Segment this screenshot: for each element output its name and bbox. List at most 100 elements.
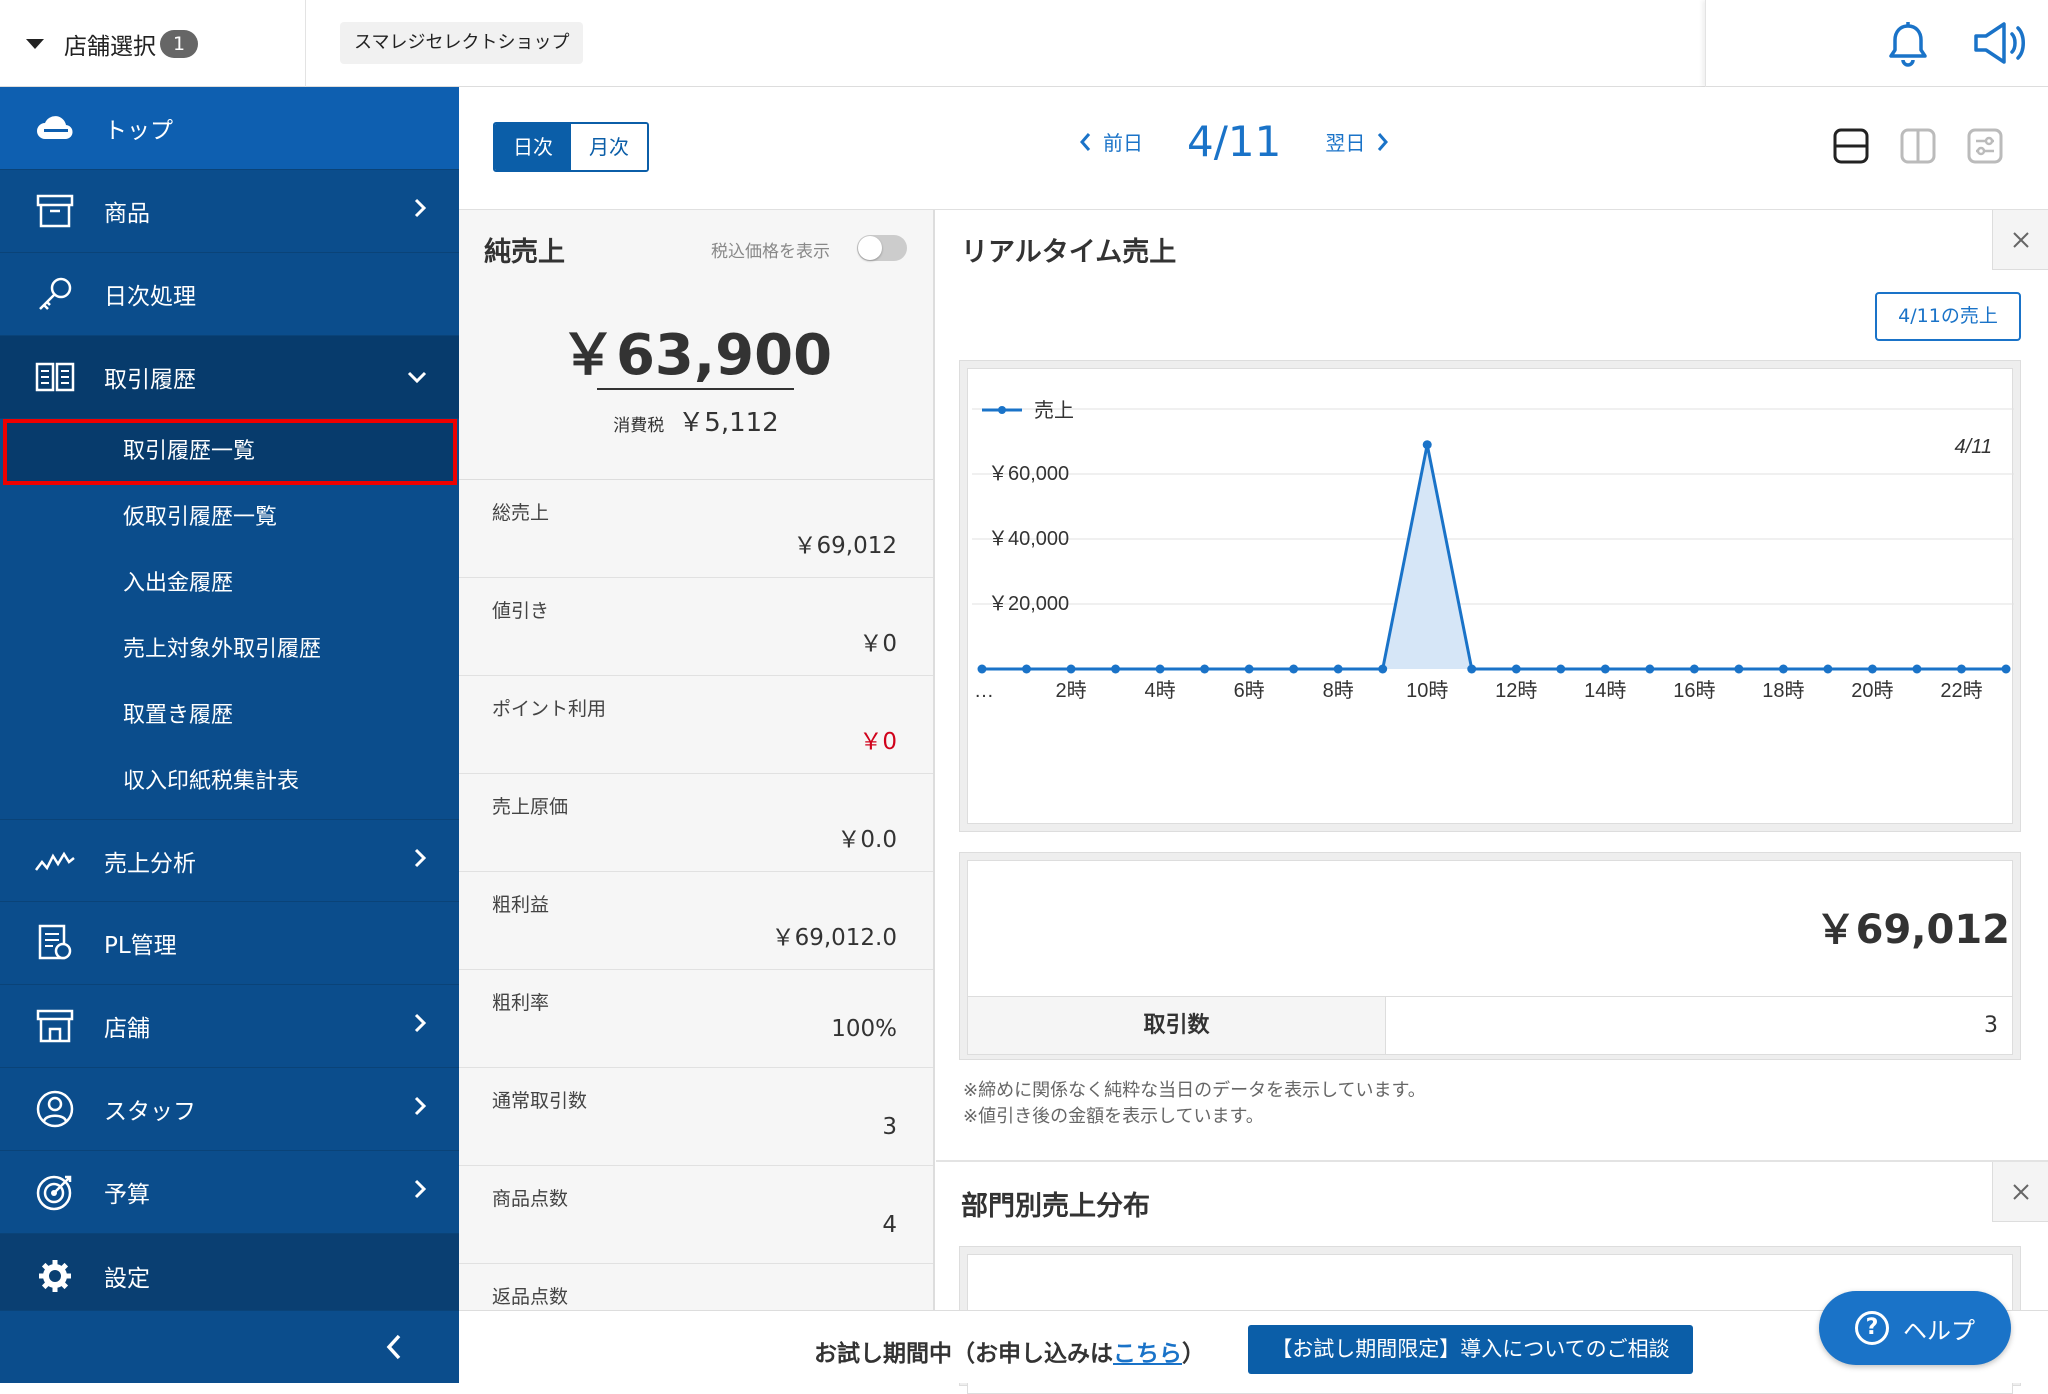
bell-icon[interactable] (1886, 20, 1930, 72)
x-tick-label: 22時 (1940, 679, 1982, 702)
net-sales-panel: 純売上 税込価格を表示 ￥63,900 消費税 ￥5,112 総売上 ￥69,012… (459, 210, 935, 1383)
sidebar-item-pl[interactable]: PL管理 (0, 902, 459, 985)
sidebar: トップ 商品 日次処理 取引履歴 取引履歴一覧 仮取引履歴一覧 入出金履歴 売上… (0, 87, 459, 1383)
tab-monthly[interactable]: 月次 (571, 124, 647, 170)
trial-message: お試し期間中（お申し込みはこちら） (814, 1334, 1205, 1368)
top-bar: 店舗選択 1 スマレジセレクトショップ (0, 0, 2048, 87)
data-point (1422, 440, 1432, 450)
data-point (1956, 664, 1966, 674)
amount-underline (597, 388, 794, 390)
trial-text-close: ） (1182, 1341, 1205, 1367)
metric-row: 値引き ￥0 (459, 578, 933, 676)
series-area (982, 444, 2006, 669)
data-point (1200, 664, 1210, 674)
metric-label: 返品点数 (492, 1286, 569, 1308)
sidebar-item-daily[interactable]: 日次処理 (0, 253, 459, 336)
metric-value: 4 (882, 1212, 897, 1238)
submenu-temp-transaction-list[interactable]: 仮取引履歴一覧 (0, 485, 459, 551)
close-icon[interactable] (1992, 1162, 2048, 1222)
metric-label: 粗利益 (492, 894, 550, 916)
data-point (1289, 664, 1299, 674)
consultation-button[interactable]: 【お試し期間限定】導入についてのご相談 (1248, 1325, 1693, 1374)
layout-horizontal-icon[interactable] (1833, 128, 1869, 168)
sidebar-item-stores[interactable]: 店舗 (0, 985, 459, 1068)
data-point (1867, 664, 1877, 674)
caret-down-icon (26, 38, 44, 49)
trial-text: お試し期間中（お申し込みは (814, 1341, 1113, 1367)
metric-value: ￥69,012.0 (771, 925, 897, 951)
date-navigator: 前日 4/11 翌日 (1079, 117, 1389, 166)
date-toolbar: 日次 月次 前日 4/11 翌日 (459, 87, 2048, 210)
data-point (1556, 664, 1566, 674)
next-day-link[interactable]: 翌日 (1325, 127, 1389, 156)
megaphone-icon[interactable] (1972, 20, 2028, 70)
metric-value: ￥0.0 (837, 827, 897, 853)
transaction-count-label: 取引数 (968, 997, 1386, 1054)
tax-toggle-label: 税込価格を表示 (711, 242, 830, 262)
data-point (1333, 664, 1343, 674)
metric-row: 粗利率 100% (459, 970, 933, 1068)
transaction-count-value: 3 (1984, 1013, 1998, 1038)
apply-link[interactable]: こちら (1113, 1341, 1182, 1367)
sidebar-item-transactions[interactable]: 取引履歴 (0, 336, 459, 419)
shop-name-chip[interactable]: スマレジセレクトショップ (340, 22, 584, 64)
chart-date-label: 4/11 (1955, 436, 1992, 458)
metric-label: 商品点数 (492, 1188, 569, 1210)
net-sales-amount: ￥63,900 (559, 323, 833, 388)
sidebar-item-top[interactable]: トップ (0, 87, 459, 170)
metric-value: 100% (831, 1016, 897, 1042)
help-button[interactable]: ? ヘルプ (1819, 1291, 2011, 1365)
sidebar-item-staff[interactable]: スタッフ (0, 1068, 459, 1151)
chevron-down-icon (407, 364, 427, 390)
tax-included-toggle[interactable] (857, 235, 907, 261)
data-point (1467, 664, 1477, 674)
x-tick-label: 8時 (1323, 679, 1354, 702)
gear-icon (34, 1255, 76, 1297)
sidebar-item-products[interactable]: 商品 (0, 170, 459, 253)
sidebar-item-label: 予算 (104, 1182, 150, 1208)
close-icon[interactable] (1992, 210, 2048, 270)
department-title: 部門別売上分布 (961, 1191, 1150, 1222)
chart-svg: ￥20,000 ￥40,000 ￥60,000 売上 4/11 … 2時 4時 6時 8時 10時 1… (972, 399, 2014, 702)
submenu-stamp-tax-summary[interactable]: 収入印紙税集計表 (0, 749, 459, 815)
prev-day-label: 前日 (1103, 131, 1143, 155)
transactions-submenu: 取引履歴一覧 仮取引履歴一覧 入出金履歴 売上対象外取引履歴 取置き履歴 収入印… (0, 419, 459, 814)
x-tick-label: 12時 (1495, 679, 1537, 702)
prev-day-link[interactable]: 前日 (1079, 127, 1143, 156)
sidebar-item-budget[interactable]: 予算 (0, 1151, 459, 1234)
tab-daily[interactable]: 日次 (495, 124, 571, 170)
store-selector[interactable]: 店舗選択 1 (0, 0, 306, 87)
sidebar-item-label: 店舗 (104, 1016, 150, 1042)
realtime-chart: ￥20,000 ￥40,000 ￥60,000 売上 4/11 … 2時 4時 6時 8時 10時 1… (967, 368, 2014, 824)
sales-summary: ￥69,012 取引数 3 (959, 852, 2021, 1060)
submenu-cash-in-out[interactable]: 入出金履歴 (0, 551, 459, 617)
current-date: 4/11 (1187, 117, 1282, 166)
sidebar-item-settings[interactable]: 設定 (0, 1234, 459, 1317)
layout-vertical-icon[interactable] (1900, 128, 1936, 168)
date-sales-button[interactable]: 4/11の売上 (1875, 292, 2021, 341)
data-point (1155, 664, 1165, 674)
settings-sliders-icon[interactable] (1967, 128, 2003, 168)
store-count-badge: 1 (160, 29, 198, 58)
legend-label: 売上 (1034, 399, 1074, 422)
data-point (1912, 664, 1922, 674)
sidebar-collapse-button[interactable] (0, 1310, 459, 1383)
submenu-layaway-history[interactable]: 取置き履歴 (0, 683, 459, 749)
series-line (982, 444, 2006, 671)
summary-total-box: ￥69,012 (967, 860, 2013, 997)
submenu-non-sales-transactions[interactable]: 売上対象外取引履歴 (0, 617, 459, 683)
net-sales-header: 純売上 税込価格を表示 ￥63,900 消費税 ￥5,112 (459, 210, 933, 480)
data-point (977, 664, 987, 674)
trial-footer: お試し期間中（お申し込みはこちら） 【お試し期間限定】導入についてのご相談 (459, 1310, 2048, 1383)
sidebar-item-sales-analysis[interactable]: 売上分析 (0, 819, 459, 902)
data-point (1689, 664, 1699, 674)
sidebar-item-label: 商品 (104, 201, 150, 227)
help-label: ヘルプ (1903, 1316, 1975, 1345)
legend-marker (998, 406, 1006, 414)
chevron-right-icon (413, 1179, 427, 1205)
submenu-transaction-list[interactable]: 取引履歴一覧 (3, 419, 457, 485)
transaction-count-row: 取引数 3 (967, 996, 2013, 1055)
realtime-sales-panel: リアルタイム売上 4/11の売上 ￥20,000 ￥40,000 ￥60,000 売上… (936, 210, 2048, 1160)
key-icon (34, 273, 76, 315)
data-point (1600, 664, 1610, 674)
